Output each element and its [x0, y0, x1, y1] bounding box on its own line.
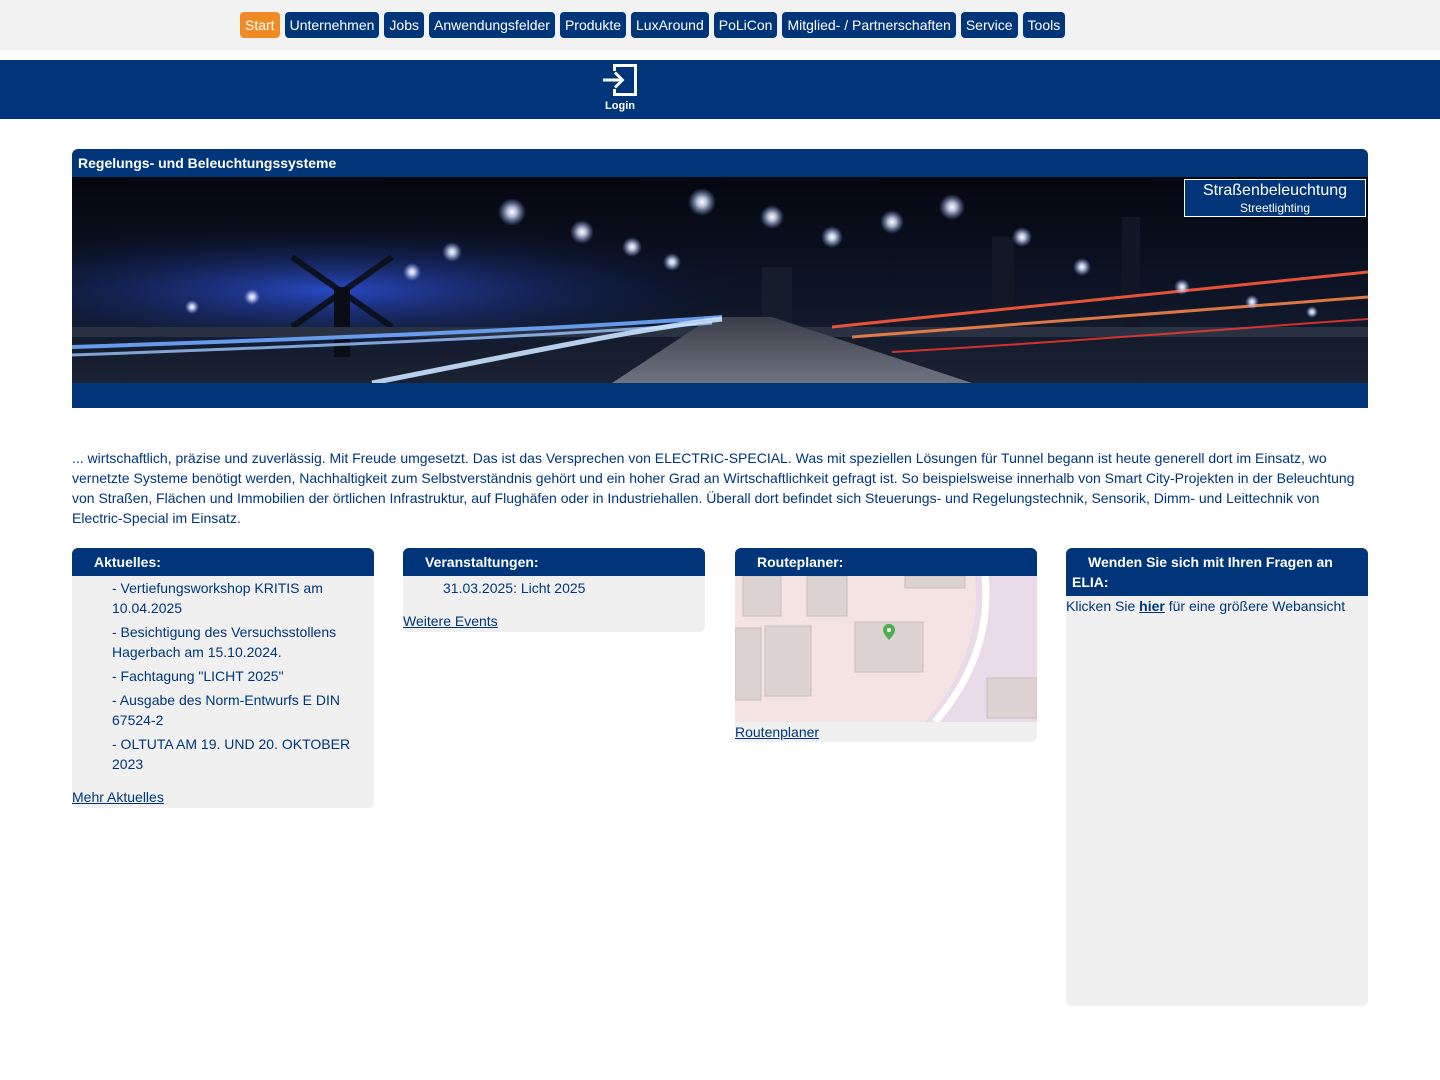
menu-item-service[interactable]: Service [960, 12, 1018, 38]
elia-instructions: Klicken Sie hier für eine größere Webans… [1066, 596, 1368, 616]
news-box-title: Aktuelles: [72, 548, 374, 576]
news-list: - Vertiefungsworkshop KRITIS am 10.04.20… [72, 576, 374, 774]
menu-item-anwendungsfelder[interactable]: Anwendungsfelder [428, 12, 555, 38]
intro-text: ... wirtschaftlich, präzise und zuverläs… [72, 450, 1355, 526]
news-item[interactable]: - OLTUTA AM 19. UND 20. OKTOBER 2023 [112, 734, 358, 774]
menu-item-tools[interactable]: Tools [1022, 12, 1066, 38]
menu-item-start[interactable]: Start [240, 12, 280, 38]
main-menu: Start Unternehmen Jobs Anwendungsfelder … [240, 12, 1066, 38]
events-box: Veranstaltungen: 31.03.2025: Licht 2025 … [403, 548, 705, 632]
login-bar: Login [0, 60, 1440, 119]
badge-main-label: Straßenbeleuchtung [1202, 182, 1348, 199]
hero-banner: Regelungs- und Beleuchtungssysteme Straß… [72, 149, 1368, 408]
news-item[interactable]: - Ausgabe des Norm-Entwurfs E DIN 67524-… [112, 690, 358, 730]
route-planner-link[interactable]: Routenplaner [735, 722, 819, 742]
streetlighting-badge[interactable]: Straßenbeleuchtung Streetlighting [1184, 179, 1366, 217]
login-button[interactable]: Login [598, 62, 642, 117]
banner-title: Regelungs- und Beleuchtungssysteme [78, 155, 337, 171]
badge-sub-label: Streetlighting [1239, 201, 1311, 215]
elia-box: Wenden Sie sich mit Ihren Fragen an ELIA… [1066, 548, 1368, 1006]
menu-item-luxaround[interactable]: LuxAround [631, 12, 709, 38]
login-arrow-icon [603, 64, 637, 96]
elia-here-link[interactable]: hier [1139, 598, 1165, 614]
route-planner-box: Routeplaner: Routenplaner [735, 548, 1037, 742]
elia-text-after: für eine größere Webansicht [1164, 598, 1346, 614]
menu-item-jobs[interactable]: Jobs [384, 12, 424, 38]
elia-text-before: Klicken Sie [1066, 598, 1140, 614]
elia-title-text: Wenden Sie sich mit Ihren Fragen an ELIA… [1072, 554, 1333, 590]
news-item[interactable]: - Fachtagung "LICHT 2025" [112, 666, 358, 686]
elia-box-title: Wenden Sie sich mit Ihren Fragen an ELIA… [1066, 548, 1368, 596]
news-item[interactable]: - Vertiefungsworkshop KRITIS am 10.04.20… [112, 578, 358, 618]
menu-item-policon[interactable]: PoLiCon [713, 12, 778, 38]
events-box-title: Veranstaltungen: [403, 548, 705, 576]
news-box: Aktuelles: - Vertiefungsworkshop KRITIS … [72, 548, 374, 808]
night-highway-image [72, 177, 1368, 383]
menu-item-partnerschaften[interactable]: Mitglied- / Partnerschaften [782, 12, 956, 38]
location-map[interactable] [735, 576, 1037, 722]
news-item[interactable]: - Besichtigung des Versuchsstollens Hage… [112, 622, 358, 662]
more-events-link[interactable]: Weitere Events [403, 611, 498, 631]
menu-item-produkte[interactable]: Produkte [559, 12, 627, 38]
route-box-title: Routeplaner: [735, 548, 1037, 576]
menu-item-unternehmen[interactable]: Unternehmen [284, 12, 380, 38]
event-item[interactable]: 31.03.2025: Licht 2025 [403, 576, 705, 598]
top-navigation-bar: Start Unternehmen Jobs Anwendungsfelder … [0, 0, 1440, 50]
more-news-link[interactable]: Mehr Aktuelles [72, 787, 164, 807]
login-label: Login [605, 100, 635, 112]
